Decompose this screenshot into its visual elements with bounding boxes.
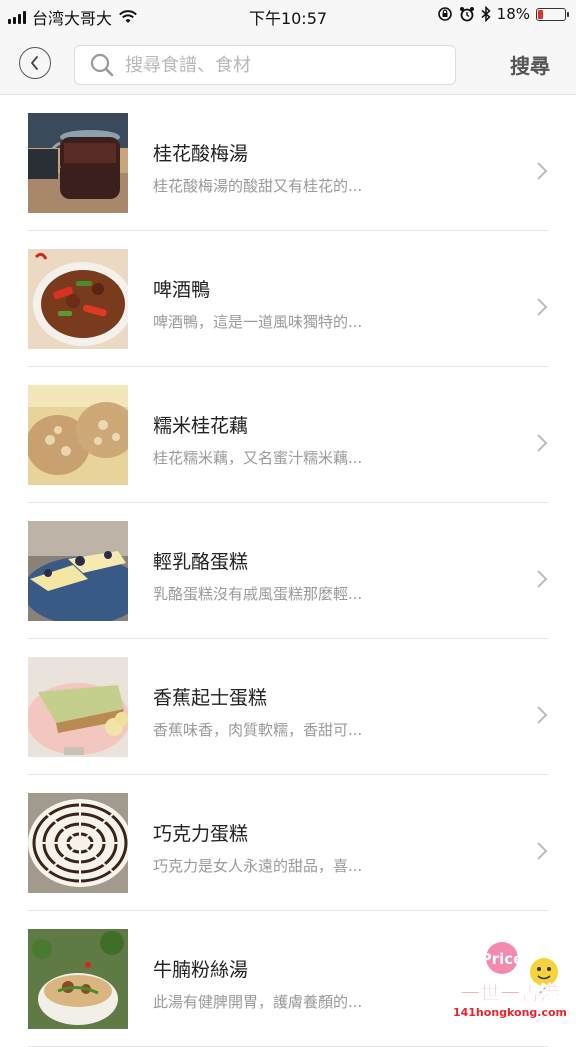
battery-level-fill — [538, 10, 543, 19]
recipe-description: 此湯有健脾開胃，護膚養顏的... — [153, 991, 362, 1012]
recipe-description: 啤酒鴨，這是一道風味獨特的... — [153, 311, 362, 332]
recipe-description: 乳酪蛋糕沒有戚風蛋糕那麼輕... — [153, 583, 362, 604]
recipe-item[interactable]: 巧克力蛋糕 巧克力是女人永遠的甜品，喜... — [28, 775, 548, 911]
battery-icon — [536, 8, 566, 21]
recipe-description: 桂花酸梅湯的酸甜又有桂花的... — [153, 175, 362, 196]
chevron-left-icon — [29, 55, 41, 71]
recipe-thumbnail — [28, 929, 128, 1029]
recipe-item[interactable]: 桂花酸梅湯 桂花酸梅湯的酸甜又有桂花的... — [28, 95, 548, 231]
recipe-title: 桂花酸梅湯 — [153, 139, 248, 166]
search-button[interactable]: 搜尋 — [510, 50, 550, 79]
recipe-title: 輕乳酪蛋糕 — [153, 547, 248, 574]
recipe-item[interactable]: 糯米桂花藕 桂花糯米藕，又名蜜汁糯米藕... — [28, 367, 548, 503]
recipe-item[interactable]: 啤酒鴨 啤酒鴨，這是一道風味獨特的... — [28, 231, 548, 367]
chevron-right-icon — [536, 705, 548, 725]
status-right: 18% — [437, 5, 566, 23]
navigation-bar: 搜尋 — [0, 30, 576, 95]
recipe-item[interactable]: 輕乳酪蛋糕 乳酪蛋糕沒有戚風蛋糕那麼輕... — [28, 503, 548, 639]
battery-percent: 18% — [497, 5, 530, 23]
search-input[interactable] — [123, 54, 427, 77]
chevron-right-icon — [536, 161, 548, 181]
recipe-title: 啤酒鴨 — [153, 275, 210, 302]
recipe-title: 巧克力蛋糕 — [153, 819, 248, 846]
search-icon — [89, 52, 115, 78]
watermark-logo: Price 一世一香港 141hongkong.com — [452, 938, 570, 1020]
svg-text:一世一香港: 一世一香港 — [460, 981, 561, 1005]
recipe-description: 香蕉味香，肉質軟糯，香甜可... — [153, 719, 362, 740]
recipe-title: 糯米桂花藕 — [153, 411, 248, 438]
alarm-icon — [459, 6, 475, 22]
recipe-thumbnail — [28, 793, 128, 893]
recipe-item[interactable]: 香蕉起士蛋糕 香蕉味香，肉質軟糯，香甜可... — [28, 639, 548, 775]
recipe-thumbnail — [28, 657, 128, 757]
recipe-thumbnail — [28, 385, 128, 485]
chevron-right-icon — [536, 841, 548, 861]
chevron-right-icon — [536, 433, 548, 453]
orientation-lock-icon — [437, 6, 453, 22]
chevron-right-icon — [536, 569, 548, 589]
search-box[interactable] — [74, 45, 456, 85]
status-bar: 台湾大哥大 下午10:57 18% — [0, 0, 576, 30]
bluetooth-icon — [481, 6, 491, 22]
recipe-description: 巧克力是女人永遠的甜品，喜... — [153, 855, 362, 876]
recipe-thumbnail — [28, 249, 128, 349]
recipe-thumbnail — [28, 521, 128, 621]
recipe-thumbnail — [28, 113, 128, 213]
recipe-description: 桂花糯米藕，又名蜜汁糯米藕... — [153, 447, 362, 468]
recipe-title: 牛腩粉絲湯 — [153, 955, 248, 982]
back-button[interactable] — [19, 47, 51, 79]
svg-text:141hongkong.com: 141hongkong.com — [453, 1006, 567, 1019]
chevron-right-icon — [536, 297, 548, 317]
recipe-title: 香蕉起士蛋糕 — [153, 683, 267, 710]
svg-text:Price: Price — [481, 950, 524, 968]
recipe-list: 桂花酸梅湯 桂花酸梅湯的酸甜又有桂花的... 啤酒鴨 啤酒鴨，這是一道風味獨特的… — [0, 95, 576, 1047]
